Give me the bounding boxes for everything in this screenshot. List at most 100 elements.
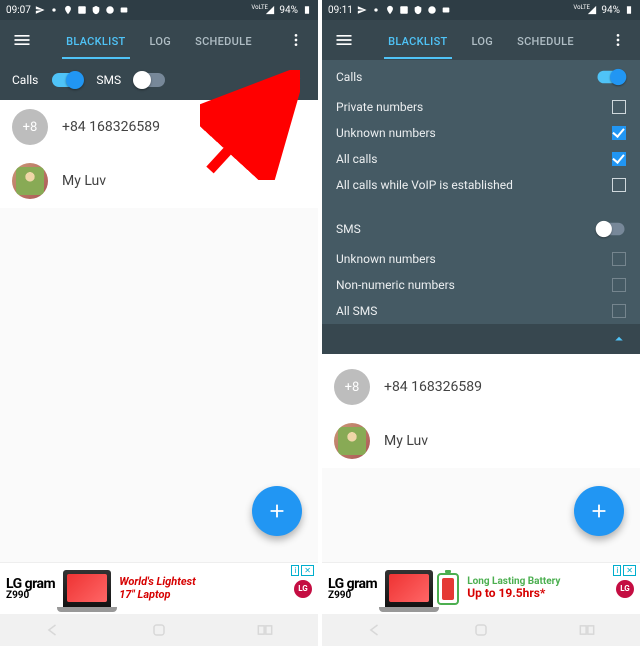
checkbox[interactable] bbox=[612, 178, 626, 192]
hamburger-icon bbox=[334, 30, 354, 50]
app-bar: BLACKLIST LOG SCHEDULE bbox=[322, 20, 640, 60]
back-button[interactable] bbox=[365, 620, 385, 640]
dot-icon bbox=[371, 5, 381, 15]
checkbox[interactable] bbox=[612, 278, 626, 292]
status-time: 09:07 bbox=[6, 5, 31, 16]
add-button[interactable] bbox=[574, 486, 624, 536]
send-icon bbox=[357, 5, 367, 15]
sms-toggle[interactable] bbox=[135, 73, 165, 87]
setting-row[interactable]: All calls bbox=[322, 146, 640, 172]
setting-label: All calls while VoIP is established bbox=[336, 178, 513, 192]
lg-badge: LG bbox=[294, 580, 312, 598]
laptop-icon bbox=[63, 570, 111, 608]
list-item[interactable]: My Luv bbox=[0, 154, 318, 208]
adchoices[interactable]: i✕ bbox=[291, 565, 314, 576]
battery-graphic bbox=[437, 573, 459, 605]
list-item[interactable]: +8 +84 168326589 bbox=[322, 360, 640, 414]
setting-row[interactable]: All calls while VoIP is established bbox=[322, 172, 640, 198]
chevron-up-icon bbox=[610, 330, 628, 348]
adchoices[interactable]: i✕ bbox=[613, 565, 636, 576]
plus-icon bbox=[588, 500, 610, 522]
sms-master-toggle[interactable] bbox=[598, 223, 625, 236]
checkbox[interactable] bbox=[612, 304, 626, 318]
recents-button[interactable] bbox=[255, 620, 275, 640]
system-navbar bbox=[322, 614, 640, 646]
settings-panel: Calls Private numbers Unknown numbers Al… bbox=[322, 60, 640, 354]
setting-label: Non-numeric numbers bbox=[336, 278, 455, 292]
calls-header: Calls bbox=[336, 70, 362, 84]
check-icon bbox=[427, 5, 437, 15]
location-icon bbox=[63, 5, 73, 15]
checkbox[interactable] bbox=[612, 152, 626, 166]
list-item[interactable]: My Luv bbox=[322, 414, 640, 468]
add-button[interactable] bbox=[252, 486, 302, 536]
calls-toggle[interactable] bbox=[52, 73, 82, 87]
check-icon bbox=[105, 5, 115, 15]
battery-pct: 94% bbox=[279, 5, 298, 16]
calls-header-row: Calls bbox=[322, 60, 640, 94]
badge-icon bbox=[441, 5, 451, 15]
ad-brand: LG gram Z990 bbox=[328, 577, 377, 601]
hamburger-icon bbox=[12, 30, 32, 50]
calls-master-toggle[interactable] bbox=[598, 71, 625, 84]
setting-label: Private numbers bbox=[336, 100, 423, 114]
battery-pct: 94% bbox=[601, 5, 620, 16]
sms-label: SMS bbox=[96, 73, 121, 87]
setting-row[interactable]: Private numbers bbox=[322, 94, 640, 120]
location-icon bbox=[385, 5, 395, 15]
menu-button[interactable] bbox=[328, 30, 360, 50]
tab-log[interactable]: LOG bbox=[460, 23, 506, 58]
setting-row[interactable]: Unknown numbers bbox=[322, 246, 640, 272]
checkbox[interactable] bbox=[612, 252, 626, 266]
recents-button[interactable] bbox=[577, 620, 597, 640]
system-navbar bbox=[0, 614, 318, 646]
volte-icon: VoLTE bbox=[251, 5, 261, 15]
image-icon bbox=[77, 5, 87, 15]
ad-banner[interactable]: LG gram Z990 Long Lasting Battery Up to … bbox=[322, 562, 640, 614]
setting-row[interactable]: Non-numeric numbers bbox=[322, 272, 640, 298]
checkbox[interactable] bbox=[612, 126, 626, 140]
status-bar: 09:07 VoLTE 94% bbox=[0, 0, 318, 20]
list-item[interactable]: +8 +84 168326589 bbox=[0, 100, 318, 154]
ad-banner[interactable]: LG gram Z990 World's Lightest 17" Laptop… bbox=[0, 562, 318, 614]
setting-row[interactable]: All SMS bbox=[322, 298, 640, 324]
signal-icon bbox=[265, 5, 275, 15]
ad-copy: World's Lightest 17" Laptop bbox=[119, 576, 286, 601]
checkbox[interactable] bbox=[612, 100, 626, 114]
expand-button[interactable] bbox=[286, 70, 306, 90]
setting-label: Unknown numbers bbox=[336, 252, 436, 266]
tab-blacklist[interactable]: BLACKLIST bbox=[54, 23, 137, 58]
ad-brand: LG gram Z990 bbox=[6, 577, 55, 601]
calls-label: Calls bbox=[12, 73, 38, 87]
avatar: +8 bbox=[334, 369, 370, 405]
app-bar: BLACKLIST LOG SCHEDULE bbox=[0, 20, 318, 60]
collapse-bar[interactable] bbox=[322, 324, 640, 354]
avatar bbox=[12, 163, 48, 199]
contact-list: +8 +84 168326589 My Luv bbox=[322, 354, 640, 468]
tab-blacklist[interactable]: BLACKLIST bbox=[376, 23, 459, 58]
overflow-button[interactable] bbox=[602, 32, 634, 48]
dot-icon bbox=[49, 5, 59, 15]
sms-header: SMS bbox=[336, 222, 361, 236]
back-button[interactable] bbox=[43, 620, 63, 640]
setting-row[interactable]: Unknown numbers bbox=[322, 120, 640, 146]
shield-icon bbox=[413, 5, 423, 15]
sms-header-row: SMS bbox=[322, 212, 640, 246]
signal-icon bbox=[587, 5, 597, 15]
send-icon bbox=[35, 5, 45, 15]
home-button[interactable] bbox=[149, 620, 169, 640]
contact-label: My Luv bbox=[384, 433, 428, 449]
contact-label: +84 168326589 bbox=[62, 119, 160, 135]
volte-icon: VoLTE bbox=[573, 5, 583, 15]
tab-log[interactable]: LOG bbox=[138, 23, 184, 58]
tab-schedule[interactable]: SCHEDULE bbox=[505, 23, 586, 58]
battery-icon bbox=[624, 5, 634, 15]
setting-label: All calls bbox=[336, 152, 377, 166]
menu-button[interactable] bbox=[6, 30, 38, 50]
status-time: 09:11 bbox=[328, 5, 353, 16]
shield-icon bbox=[91, 5, 101, 15]
home-button[interactable] bbox=[471, 620, 491, 640]
tab-schedule[interactable]: SCHEDULE bbox=[183, 23, 264, 58]
contact-label: +84 168326589 bbox=[384, 379, 482, 395]
overflow-button[interactable] bbox=[280, 32, 312, 48]
